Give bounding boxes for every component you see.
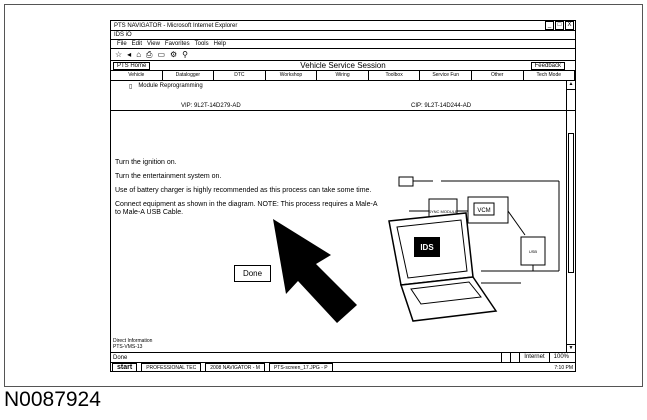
diagram-cable (507, 210, 526, 236)
pointer-arrow (273, 219, 357, 323)
diagram-vcm-label: VCM (477, 208, 490, 214)
status-zone: Internet (519, 353, 548, 362)
taskbar-item[interactable]: 2008 NAVIGATOR - M (205, 363, 265, 371)
status-cell (501, 353, 510, 362)
laptop-logo: IDS (420, 243, 434, 252)
figure-caption: N0087924 (4, 388, 101, 411)
connection-diagram: SYNC MODULE VCM USB IDS (273, 176, 560, 323)
scroll-up-icon[interactable]: ▲ (567, 81, 575, 90)
taskbar-item[interactable]: PTS-screen_17.JPG - P (268, 363, 333, 371)
laptop-base (399, 276, 498, 322)
app-screen: PTS NAVIGATOR - Microsoft Internet Explo… (110, 20, 576, 372)
start-button[interactable]: start (112, 363, 138, 371)
taskbar-item[interactable]: PROFESSIONAL TEC (141, 363, 202, 371)
status-zoom[interactable]: 100% (548, 353, 573, 362)
scroll-thumb[interactable] (568, 133, 574, 273)
status-cell (510, 353, 519, 362)
status-bar: Done Internet 100% (111, 352, 575, 362)
diagram-usb-label: USB (529, 249, 538, 254)
diagram-port-box (398, 176, 414, 187)
footer-note-line: PTS-VMS-13 (113, 344, 143, 350)
clock: 7:10 PM (554, 365, 573, 371)
taskbar: start PROFESSIONAL TEC 2008 NAVIGATOR - … (111, 362, 575, 371)
vertical-scrollbar[interactable]: ▲ ▼ (566, 81, 575, 353)
status-text: Done (113, 354, 128, 361)
diagram-sync-label: SYNC MODULE (428, 209, 458, 214)
footer-note: Direct Information PTS-VMS-13 (113, 338, 152, 350)
